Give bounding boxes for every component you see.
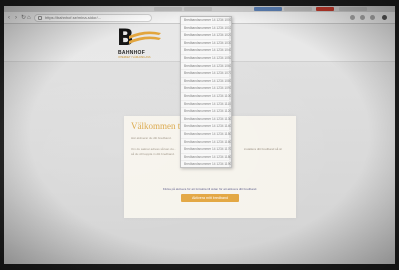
welcome-text: så du vill koppla in ditt bredband. [131, 152, 175, 156]
extension-icon[interactable] [370, 15, 375, 20]
browser-tab[interactable] [339, 7, 367, 11]
menu-icon[interactable] [382, 15, 387, 20]
bahnhof-logo[interactable]: B BAHNHOF INTERNET I VÄRLDSKLASS [117, 28, 165, 60]
welcome-text: Om du saknar adress så kan du... [131, 147, 177, 151]
reload-icon[interactable]: ↻ [21, 14, 26, 22]
dropdown-option[interactable]: Bredbandsnummer 14 1234 1010 [181, 25, 231, 33]
dropdown-option[interactable]: Bredbandsnummer 14 1234 1150 [181, 131, 231, 139]
forward-icon[interactable]: › [15, 14, 17, 22]
dropdown-option[interactable]: Bredbandsnummer 14 1234 1170 [181, 146, 231, 154]
welcome-text: Här aktiverar du ditt bredband. [131, 136, 172, 140]
dropdown-option[interactable]: Bredbandsnummer 14 1234 1020 [181, 32, 231, 40]
dropdown-option[interactable]: Bredbandsnummer 14 1234 1080 [181, 78, 231, 86]
dropdown-option[interactable]: Bredbandsnummer 14 1234 1070 [181, 70, 231, 78]
monitor-screen: ‹ › ↻ ⌂ https://bahnhof.se/mina-sidor/..… [4, 6, 395, 264]
dropdown-option[interactable]: Bredbandsnummer 14 1234 1130 [181, 116, 231, 124]
dropdown-option[interactable]: Bredbandsnummer 14 1234 1140 [181, 123, 231, 131]
logo-tagline: INTERNET I VÄRLDSKLASS [118, 56, 151, 59]
address-text: https://bahnhof.se/mina-sidor/... [45, 15, 102, 20]
dropdown-option[interactable]: Bredbandsnummer 14 1234 1090 [181, 85, 231, 93]
address-bar[interactable]: https://bahnhof.se/mina-sidor/... [34, 14, 152, 22]
broadband-number-dropdown[interactable]: Bredbandsnummer 14 1234 1000 Bredbandsnum… [180, 16, 232, 168]
dropdown-option[interactable]: Bredbandsnummer 14 1234 1050 [181, 55, 231, 63]
dropdown-option[interactable]: Bredbandsnummer 14 1234 1100 [181, 93, 231, 101]
browser-tab[interactable] [254, 7, 282, 11]
activate-prompt: Klicka på aktivera för att fortsätta til… [162, 187, 258, 191]
extension-icon[interactable] [350, 15, 355, 20]
browser-tab[interactable] [154, 7, 182, 11]
home-icon[interactable]: ⌂ [27, 14, 31, 22]
browser-tab[interactable] [316, 7, 334, 11]
dropdown-option[interactable]: Bredbandsnummer 14 1234 1030 [181, 40, 231, 48]
dropdown-option[interactable]: Bredbandsnummer 14 1234 1000 [181, 17, 231, 25]
dropdown-option[interactable]: Bredbandsnummer 14 1234 1190 [181, 161, 231, 167]
back-icon[interactable]: ‹ [8, 14, 10, 22]
dropdown-option[interactable]: Bredbandsnummer 14 1234 1040 [181, 47, 231, 55]
dropdown-option[interactable]: Bredbandsnummer 14 1234 1110 [181, 101, 231, 109]
browser-tab[interactable] [284, 7, 312, 11]
dropdown-option[interactable]: Bredbandsnummer 14 1234 1120 [181, 108, 231, 116]
welcome-text: installera ditt bredband så är [244, 147, 282, 151]
logo-swoosh-icon [129, 31, 161, 44]
dropdown-option[interactable]: Bredbandsnummer 14 1234 1060 [181, 63, 231, 71]
lock-icon [38, 16, 42, 20]
activate-button[interactable]: Aktivera mitt bredband [181, 194, 239, 202]
welcome-title: Välkommen ti [131, 121, 183, 131]
dropdown-option[interactable]: Bredbandsnummer 14 1234 1160 [181, 139, 231, 147]
extension-icon[interactable] [360, 15, 365, 20]
browser-tab[interactable] [184, 7, 212, 11]
dropdown-option[interactable]: Bredbandsnummer 14 1234 1180 [181, 154, 231, 162]
